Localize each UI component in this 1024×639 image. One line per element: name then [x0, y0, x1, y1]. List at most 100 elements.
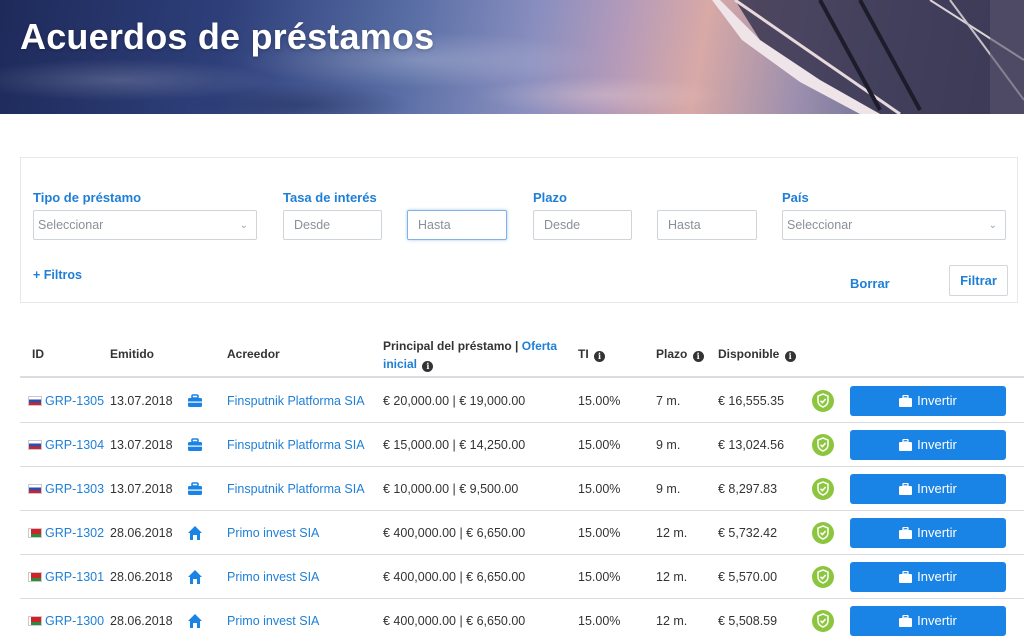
page-title: Acuerdos de préstamos: [20, 16, 435, 57]
col-rate[interactable]: TI i: [578, 347, 606, 362]
chevron-down-icon: ⌄: [988, 220, 997, 231]
table-row: GRP-1304 13.07.2018 Finsputnik Platforma S…: [20, 423, 1024, 467]
country-flag-icon: [28, 572, 42, 582]
home-icon: [187, 613, 203, 629]
loan-id-link[interactable]: GRP-1300: [45, 614, 104, 628]
term-to-input[interactable]: Hasta: [657, 210, 757, 240]
term-from-input[interactable]: Desde: [533, 210, 632, 240]
loan-term: 12 m.: [656, 614, 688, 628]
col-available-label: Disponible: [718, 347, 780, 361]
country-flag-icon: [28, 528, 42, 538]
term-from-placeholder: Desde: [544, 218, 581, 232]
interest-rate-to-placeholder: Hasta: [418, 218, 451, 232]
country-select[interactable]: Seleccionar ⌄: [782, 210, 1006, 240]
available-amount: € 16,555.35: [718, 394, 785, 408]
country-flag-icon: [28, 616, 42, 626]
col-principal-label: Principal del préstamo |: [383, 339, 519, 353]
country-label: País: [782, 190, 809, 205]
country-placeholder: Seleccionar: [787, 218, 853, 232]
home-icon: [187, 525, 203, 541]
home-icon: [187, 569, 203, 585]
loan-type-select[interactable]: Seleccionar ⌄: [33, 210, 257, 240]
interest-rate-to-input[interactable]: Hasta: [407, 210, 507, 240]
loan-term: 12 m.: [656, 526, 688, 540]
table-row: GRP-1300 28.06.2018 Primo invest SIA € 400,…: [20, 599, 1024, 639]
briefcase-icon: [899, 608, 913, 638]
lender-link[interactable]: Primo invest SIA: [227, 526, 319, 540]
col-principal[interactable]: Principal del préstamo | Oferta inicial …: [383, 337, 557, 373]
briefcase-icon: [187, 393, 203, 409]
col-issued[interactable]: Emitido: [110, 347, 154, 361]
table-header: ID Emitido Acreedor Principal del présta…: [20, 326, 1024, 378]
chevron-down-icon: ⌄: [239, 220, 248, 231]
country-flag-icon: [28, 484, 42, 494]
loan-id-link[interactable]: GRP-1305: [45, 394, 104, 408]
buyback-guarantee-icon: [811, 565, 835, 589]
filter-button[interactable]: Filtrar: [949, 265, 1008, 296]
buyback-guarantee-icon: [811, 433, 835, 457]
invest-button-label: Invertir: [917, 437, 957, 452]
loan-id-link[interactable]: GRP-1304: [45, 438, 104, 452]
interest-rate-label: Tasa de interés: [283, 190, 377, 205]
invest-button[interactable]: Invertir: [850, 474, 1006, 504]
invest-button[interactable]: Invertir: [850, 430, 1006, 460]
invest-button[interactable]: Invertir: [850, 518, 1006, 548]
col-initial-offer-link[interactable]: Oferta: [522, 339, 557, 353]
principal-amount: € 400,000.00 | € 6,650.00: [383, 614, 526, 628]
lender-link[interactable]: Finsputnik Platforma SIA: [227, 482, 365, 496]
issued-date: 28.06.2018: [110, 570, 173, 584]
lender-link[interactable]: Primo invest SIA: [227, 614, 319, 628]
briefcase-icon: [187, 437, 203, 453]
col-available[interactable]: Disponible i: [718, 347, 796, 362]
loan-id-link[interactable]: GRP-1301: [45, 570, 104, 584]
available-amount: € 5,508.59: [718, 614, 778, 628]
invest-button[interactable]: Invertir: [850, 562, 1006, 592]
lender-link[interactable]: Finsputnik Platforma SIA: [227, 438, 365, 452]
invest-button-label: Invertir: [917, 481, 957, 496]
invest-button[interactable]: Invertir: [850, 606, 1006, 636]
interest-rate-from-input[interactable]: Desde: [283, 210, 382, 240]
interest-rate: 15.00%: [578, 438, 621, 452]
col-term[interactable]: Plazo i: [656, 347, 704, 362]
clear-button[interactable]: Borrar: [850, 276, 890, 291]
loan-term: 12 m.: [656, 570, 688, 584]
loan-term: 9 m.: [656, 482, 681, 496]
buyback-guarantee-icon: [811, 609, 835, 633]
invest-button-label: Invertir: [917, 525, 957, 540]
invest-button[interactable]: Invertir: [850, 386, 1006, 416]
col-rate-label: TI: [578, 347, 589, 361]
country-flag-icon: [28, 440, 42, 450]
buyback-guarantee-icon: [811, 389, 835, 413]
lender-link[interactable]: Primo invest SIA: [227, 570, 319, 584]
table-row: GRP-1303 13.07.2018 Finsputnik Platforma S…: [20, 467, 1024, 511]
info-icon[interactable]: i: [784, 351, 796, 362]
info-icon[interactable]: i: [692, 351, 704, 362]
principal-amount: € 400,000.00 | € 6,650.00: [383, 570, 526, 584]
col-id[interactable]: ID: [32, 347, 44, 361]
briefcase-icon: [899, 476, 913, 506]
buyback-guarantee-icon: [811, 521, 835, 545]
loan-term: 9 m.: [656, 438, 681, 452]
table-row: GRP-1301 28.06.2018 Primo invest SIA € 400,…: [20, 555, 1024, 599]
col-lender[interactable]: Acreedor: [227, 347, 280, 361]
briefcase-icon: [899, 388, 913, 418]
loan-term: 7 m.: [656, 394, 681, 408]
info-icon[interactable]: i: [594, 351, 606, 362]
table-row: GRP-1302 28.06.2018 Primo invest SIA € 400,…: [20, 511, 1024, 555]
briefcase-icon: [899, 520, 913, 550]
issued-date: 28.06.2018: [110, 614, 173, 628]
loan-id-link[interactable]: GRP-1303: [45, 482, 104, 496]
invest-button-label: Invertir: [917, 613, 957, 628]
loan-id-link[interactable]: GRP-1302: [45, 526, 104, 540]
lender-link[interactable]: Finsputnik Platforma SIA: [227, 394, 365, 408]
invest-button-label: Invertir: [917, 393, 957, 408]
interest-rate: 15.00%: [578, 614, 621, 628]
principal-amount: € 20,000.00 | € 19,000.00: [383, 394, 526, 408]
filter-panel: Tipo de préstamo Seleccionar ⌄ Tasa de i…: [20, 157, 1018, 303]
buyback-guarantee-icon: [811, 477, 835, 501]
more-filters-link[interactable]: + Filtros: [33, 268, 82, 282]
interest-rate-from-placeholder: Desde: [294, 218, 331, 232]
available-amount: € 13,024.56: [718, 438, 785, 452]
info-icon[interactable]: i: [422, 361, 434, 372]
col-initial-offer-link-2[interactable]: inicial: [383, 357, 417, 371]
